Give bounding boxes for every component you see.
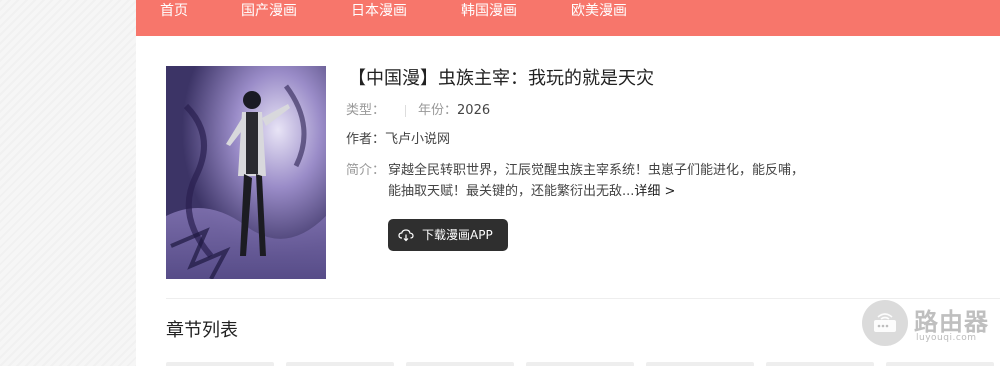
router-logo-icon	[862, 300, 908, 346]
nav-item-chinese-comics[interactable]: 国产漫画	[241, 0, 297, 24]
nav-item-japanese-comics[interactable]: 日本漫画	[351, 0, 407, 24]
chapter-item[interactable]	[766, 362, 874, 366]
download-app-button[interactable]: 下载漫画APP	[388, 219, 508, 251]
type-label: 类型：	[346, 103, 386, 118]
cover-art-icon	[166, 66, 326, 279]
author-label: 作者：	[346, 132, 386, 147]
section-divider	[166, 298, 1000, 299]
meta-author-row: 作者：飞卢小说网	[346, 130, 450, 150]
top-nav: 首页 国产漫画 日本漫画 韩国漫画 欧美漫画	[136, 0, 1000, 36]
year-label: 年份：	[418, 103, 458, 118]
comic-intro: 简介： 穿越全民转职世界，江辰觉醒虫族主宰系统！虫崽子们能进化，能反哺，能抽取天…	[346, 160, 816, 202]
comic-title: 【中国漫】虫族主宰：我玩的就是天灾	[348, 68, 654, 89]
nav-item-home[interactable]: 首页	[160, 0, 188, 24]
download-app-label: 下载漫画APP	[422, 228, 493, 242]
chapter-item[interactable]	[646, 362, 754, 366]
watermark-subtext: luyouqi.com	[916, 333, 977, 343]
nav-item-korean-comics[interactable]: 韩国漫画	[461, 0, 517, 24]
cloud-download-icon	[398, 229, 414, 242]
chapter-item[interactable]	[286, 362, 394, 366]
chapter-item[interactable]	[406, 362, 514, 366]
author-value: 飞卢小说网	[385, 132, 451, 147]
comic-cover[interactable]	[166, 66, 326, 279]
year-value: 2026	[457, 103, 491, 118]
nav-item-western-comics[interactable]: 欧美漫画	[571, 0, 627, 24]
detail-link[interactable]: 详细 >	[634, 184, 675, 199]
router-icon	[874, 313, 896, 332]
intro-text: 穿越全民转职世界，江辰觉醒虫族主宰系统！虫崽子们能进化，能反哺，能抽取天赋！最关…	[388, 163, 805, 199]
intro-body: 穿越全民转职世界，江辰觉醒虫族主宰系统！虫崽子们能进化，能反哺，能抽取天赋！最关…	[388, 160, 816, 202]
watermark: 路由器 luyouqi.com	[862, 300, 992, 350]
chapter-item[interactable]	[526, 362, 634, 366]
watermark-text: 路由器	[914, 308, 989, 336]
meta-separator	[405, 104, 407, 117]
chapter-item[interactable]	[886, 362, 994, 366]
chapter-list-title: 章节列表	[166, 320, 238, 341]
chapter-item[interactable]	[166, 362, 274, 366]
meta-type-year-row: 类型： 年份：2026	[346, 101, 490, 121]
intro-label: 简介：	[346, 163, 386, 178]
